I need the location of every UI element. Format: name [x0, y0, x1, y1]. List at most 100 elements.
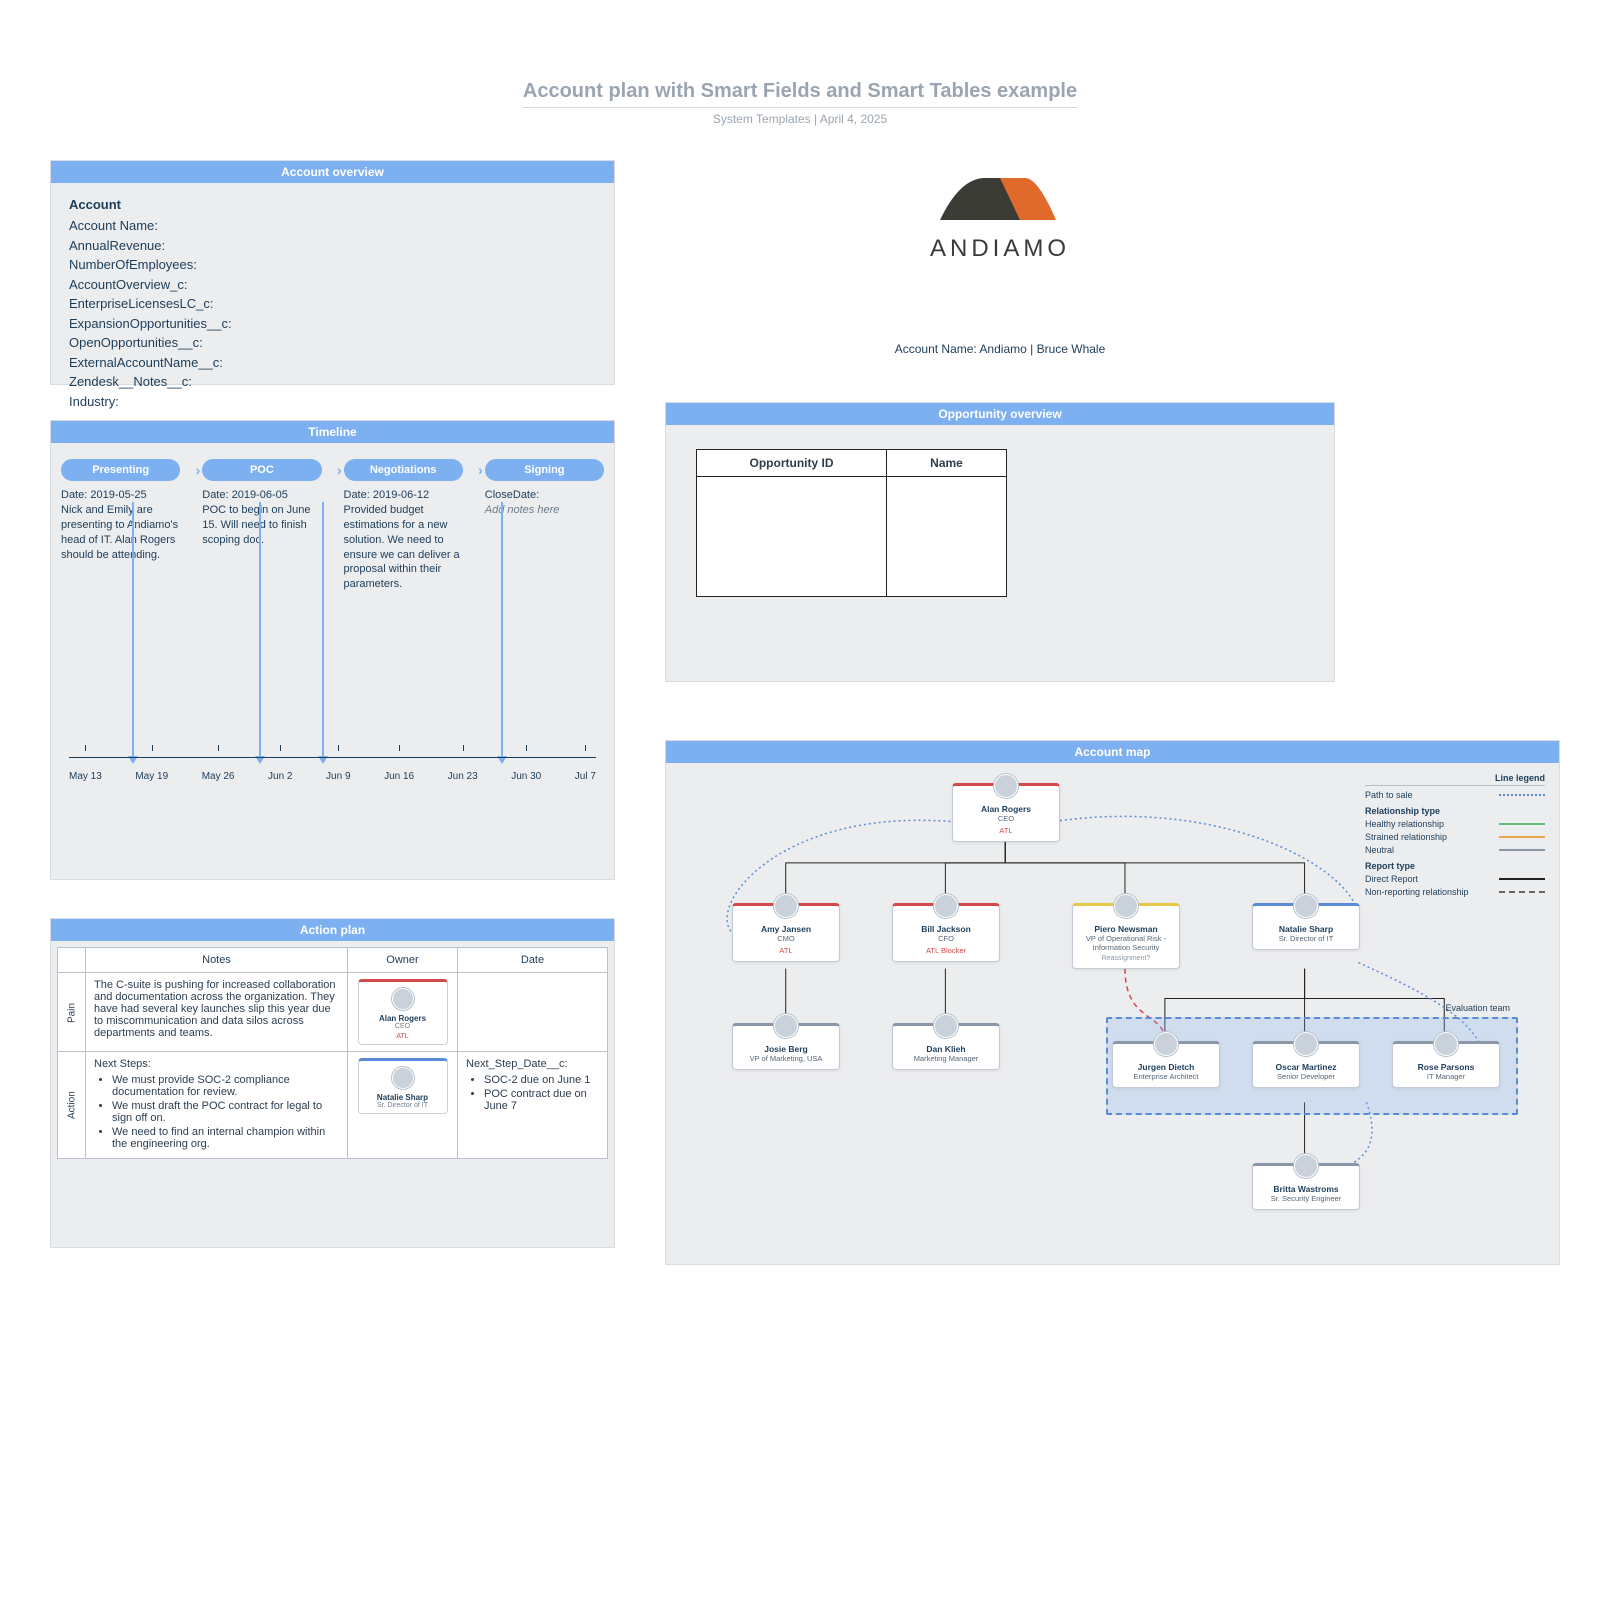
timeline-date: CloseDate:: [485, 489, 604, 501]
avatar-icon: [934, 894, 958, 918]
timeline-marker: [501, 502, 503, 758]
timeline-tick: Jul 7: [575, 771, 596, 782]
arrow-icon: ›: [196, 462, 201, 478]
timeline-marker: [322, 502, 324, 758]
table-row: ActionNext Steps:We must provide SOC-2 c…: [58, 1052, 608, 1159]
andiamo-logo-icon: [930, 170, 1070, 233]
legend-path-to-sale: Path to sale: [1365, 790, 1413, 800]
avatar-icon: [934, 1014, 958, 1038]
brand-logo-area: ANDIAMO: [870, 170, 1130, 263]
timeline-header: Timeline: [51, 421, 614, 443]
account-field: OpenOpportunities__c:: [69, 333, 596, 353]
timeline-tick: May 26: [202, 771, 235, 782]
col-notes: Notes: [86, 948, 348, 973]
account-overview-header: Account overview: [51, 161, 614, 183]
opp-col-name: Name: [887, 450, 1007, 477]
opp-col-id: Opportunity ID: [697, 450, 887, 477]
timeline-pill[interactable]: POC›: [202, 459, 321, 481]
table-row: PainThe C-suite is pushing for increased…: [58, 973, 608, 1052]
opportunity-overview-header: Opportunity overview: [666, 403, 1334, 425]
brand-name: ANDIAMO: [870, 235, 1130, 263]
cell-date: Next_Step_Date__c:SOC-2 due on June 1POC…: [458, 1052, 608, 1159]
node-itmgr[interactable]: Rose Parsons IT Manager: [1392, 1041, 1500, 1088]
timeline-tick: May 19: [135, 771, 168, 782]
account-overview-panel: Account overview Account Account Name:An…: [50, 160, 615, 385]
avatar-icon: [1154, 1032, 1178, 1056]
node-srit[interactable]: Natalie Sharp Sr. Director of IT: [1252, 903, 1360, 950]
owner-card[interactable]: Natalie SharpSr. Director of IT: [358, 1058, 448, 1114]
account-field: Industry:: [69, 392, 596, 412]
account-map-header: Account map: [666, 741, 1559, 763]
node-vprisk[interactable]: Piero Newsman VP of Operational Risk - I…: [1072, 903, 1180, 969]
node-earch[interactable]: Jurgen Dietch Enterprise Architect: [1112, 1041, 1220, 1088]
account-field: AccountOverview_c:: [69, 275, 596, 295]
action-plan-header: Action plan: [51, 919, 614, 941]
legend-rel-header: Relationship type: [1365, 806, 1545, 816]
row-label: Pain: [58, 973, 86, 1052]
avatar-icon: [392, 1067, 414, 1089]
account-field: NumberOfEmployees:: [69, 255, 596, 275]
timeline-date: Date: 2019-06-05: [202, 489, 321, 501]
evaluation-team-label: Evaluation team: [1445, 1003, 1510, 1013]
timeline-tick: Jun 23: [448, 771, 478, 782]
cell-owner: Alan RogersCEOATL: [348, 973, 458, 1052]
col-date: Date: [458, 948, 608, 973]
legend-direct: Direct Report: [1365, 874, 1418, 884]
avatar-icon: [1434, 1032, 1458, 1056]
account-name-line: Account Name: Andiamo | Bruce Whale: [820, 342, 1180, 356]
node-seceng[interactable]: Britta Wastroms Sr. Security Engineer: [1252, 1163, 1360, 1210]
account-field: AnnualRevenue:: [69, 236, 596, 256]
cell-notes: Next Steps:We must provide SOC-2 complia…: [86, 1052, 348, 1159]
page-title: Account plan with Smart Fields and Smart…: [523, 80, 1077, 108]
avatar-icon: [392, 988, 414, 1010]
legend-neutral: Neutral: [1365, 845, 1394, 855]
avatar-icon: [1294, 1032, 1318, 1056]
node-vpmkt[interactable]: Josie Berg VP of Marketing, USA: [732, 1023, 840, 1070]
arrow-icon: ›: [478, 462, 483, 478]
cell-date: [458, 973, 608, 1052]
timeline-panel: Timeline Presenting›Date: 2019-05-25Nick…: [50, 420, 615, 880]
node-cmo[interactable]: Amy Jansen CMO ATL: [732, 903, 840, 962]
timeline-tick: May 13: [69, 771, 102, 782]
opportunity-table: Opportunity ID Name: [696, 449, 1007, 597]
timeline-date: Date: 2019-06-12: [344, 489, 463, 501]
legend-nonrep: Non-reporting relationship: [1365, 887, 1469, 897]
timeline-tick: Jun 2: [268, 771, 292, 782]
row-label: Action: [58, 1052, 86, 1159]
action-plan-panel: Action plan Notes Owner Date PainThe C-s…: [50, 918, 615, 1248]
node-ceo[interactable]: Alan Rogers CEO ATL: [952, 783, 1060, 842]
timeline-tick: Jun 30: [511, 771, 541, 782]
account-field: EnterpriseLicensesLC_c:: [69, 294, 596, 314]
col-owner: Owner: [348, 948, 458, 973]
timeline-pill[interactable]: Presenting›: [61, 459, 180, 481]
node-cfo[interactable]: Bill Jackson CFO ATL Blocker: [892, 903, 1000, 962]
account-field: Account Name:: [69, 216, 596, 236]
account-map-panel: Account map Line legend Path to sale: [665, 740, 1560, 1265]
timeline-date: Date: 2019-05-25: [61, 489, 180, 501]
account-field: Zendesk__Notes__c:: [69, 372, 596, 392]
avatar-icon: [1294, 894, 1318, 918]
owner-card[interactable]: Alan RogersCEOATL: [358, 979, 448, 1045]
node-mmgr[interactable]: Dan Klieh Marketing Manager: [892, 1023, 1000, 1070]
legend-healthy: Healthy relationship: [1365, 819, 1444, 829]
avatar-icon: [994, 774, 1018, 798]
avatar-icon: [1294, 1154, 1318, 1178]
opportunity-overview-panel: Opportunity overview Opportunity ID Name: [665, 402, 1335, 682]
legend-rep-header: Report type: [1365, 861, 1545, 871]
avatar-icon: [1114, 894, 1138, 918]
arrow-icon: ›: [337, 462, 342, 478]
page-subtitle: System Templates | April 4, 2025: [0, 112, 1600, 126]
timeline-tick: Jun 9: [326, 771, 350, 782]
timeline-pill[interactable]: Negotiations›: [344, 459, 463, 481]
cell-owner: Natalie SharpSr. Director of IT: [348, 1052, 458, 1159]
cell-notes: The C-suite is pushing for increased col…: [86, 973, 348, 1052]
action-plan-table: Notes Owner Date PainThe C-suite is push…: [57, 947, 608, 1159]
timeline-pill[interactable]: Signing: [485, 459, 604, 481]
line-legend: Line legend Path to sale Relationship ty…: [1365, 773, 1545, 900]
avatar-icon: [774, 894, 798, 918]
timeline-tick: Jun 16: [384, 771, 414, 782]
node-sdev[interactable]: Oscar Martinez Senior Developer: [1252, 1041, 1360, 1088]
legend-title: Line legend: [1365, 773, 1545, 786]
timeline-marker: [132, 502, 134, 758]
account-title: Account: [69, 197, 596, 212]
